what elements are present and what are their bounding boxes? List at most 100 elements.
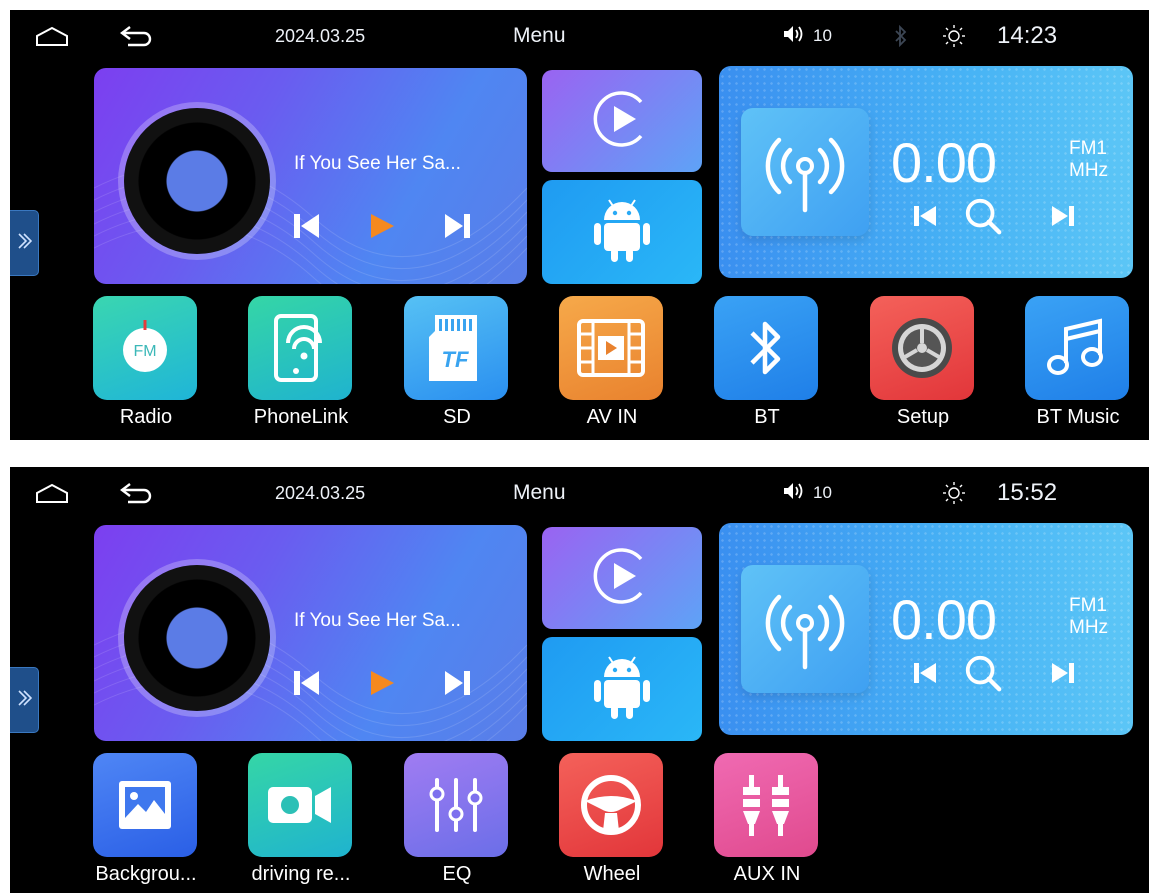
scan-search-button[interactable] xyxy=(963,653,1003,693)
previous-track-button[interactable] xyxy=(288,665,324,701)
app-radio[interactable]: FM Radio xyxy=(91,296,201,429)
app-label: AV IN xyxy=(586,406,638,428)
equalizer-icon xyxy=(404,753,508,857)
phonelink-icon xyxy=(248,296,352,400)
side-drawer-handle[interactable] xyxy=(10,210,39,276)
aux-in-icon xyxy=(714,753,818,857)
frequency-unit: MHz xyxy=(1069,160,1109,181)
clock: 15:52 xyxy=(997,479,1058,506)
radio-widget[interactable]: 0.00 FM1 MHz xyxy=(719,523,1133,735)
frequency-display: 0.00 xyxy=(891,588,997,651)
av-in-icon xyxy=(559,296,663,400)
back-icon[interactable] xyxy=(114,467,158,519)
video-play-icon xyxy=(591,545,653,612)
app-sd[interactable]: TF SD xyxy=(402,296,512,429)
volume-level: 10 xyxy=(813,26,832,45)
app-driving-recorder[interactable]: driving re... xyxy=(246,753,356,886)
speaker-icon xyxy=(783,482,807,505)
app-label: Wheel xyxy=(583,863,641,885)
android-icon xyxy=(590,194,654,271)
seek-forward-button[interactable] xyxy=(1043,653,1083,693)
vinyl-disc-icon xyxy=(124,565,270,711)
settings-icon xyxy=(870,296,974,400)
app-bt[interactable]: BT xyxy=(712,296,822,429)
app-label: Setup xyxy=(896,406,950,428)
video-play-icon xyxy=(591,88,653,155)
app-bt-music[interactable]: BT Music xyxy=(1023,296,1133,429)
volume-indicator[interactable]: 10 xyxy=(783,467,832,519)
app-label: EQ xyxy=(442,863,472,885)
home-icon[interactable] xyxy=(32,10,72,62)
app-label: AUX IN xyxy=(733,863,801,885)
play-button[interactable] xyxy=(364,665,400,701)
music-note-icon xyxy=(1025,296,1129,400)
android-apps-tile[interactable] xyxy=(542,637,702,741)
app-wheel[interactable]: Wheel xyxy=(557,753,667,886)
seek-back-button[interactable] xyxy=(905,653,945,693)
side-drawer-handle[interactable] xyxy=(10,667,39,733)
video-player-tile[interactable] xyxy=(542,527,702,629)
page-title: Menu xyxy=(513,481,566,504)
antenna-icon xyxy=(741,108,869,236)
app-av-in[interactable]: AV IN xyxy=(557,296,667,429)
status-bar: 2024.03.25 Menu 10 14:23 xyxy=(10,10,1149,62)
app-background[interactable]: Backgrou... xyxy=(91,753,201,886)
fm-radio-icon: FM xyxy=(93,296,197,400)
android-apps-tile[interactable] xyxy=(542,180,702,284)
background-image-icon xyxy=(93,753,197,857)
previous-track-button[interactable] xyxy=(288,208,324,244)
song-title: If You See Her Sa... xyxy=(294,153,461,174)
band-name: FM1 xyxy=(1069,595,1107,616)
band-label: FM1 MHz xyxy=(1069,595,1108,639)
driving-recorder-icon xyxy=(248,753,352,857)
app-label: Backgrou... xyxy=(95,863,197,885)
chevron-right-icon xyxy=(16,688,33,713)
bluetooth-icon xyxy=(714,296,818,400)
song-title: If You See Her Sa... xyxy=(294,610,461,631)
back-icon[interactable] xyxy=(114,10,158,62)
page-title: Menu xyxy=(513,24,566,47)
android-icon xyxy=(590,651,654,728)
app-label: PhoneLink xyxy=(253,406,349,428)
brightness-icon[interactable] xyxy=(942,467,966,519)
band-label: FM1 MHz xyxy=(1069,138,1108,182)
clock: 14:23 xyxy=(997,22,1058,49)
vinyl-disc-icon xyxy=(124,108,270,254)
seek-back-button[interactable] xyxy=(905,196,945,236)
antenna-icon xyxy=(741,565,869,693)
radio-widget[interactable]: 0.00 FM1 MHz xyxy=(719,66,1133,278)
band-name: FM1 xyxy=(1069,138,1107,159)
app-label: SD xyxy=(443,406,471,428)
date: 2024.03.25 xyxy=(275,25,366,46)
volume-level: 10 xyxy=(813,483,832,502)
video-player-tile[interactable] xyxy=(542,70,702,172)
app-label: Radio xyxy=(119,406,173,428)
head-unit-screen-1: 2024.03.25 Menu 10 14:23 If You See Her … xyxy=(10,10,1149,440)
scan-search-button[interactable] xyxy=(963,196,1003,236)
music-player-widget[interactable]: If You See Her Sa... xyxy=(94,68,527,284)
play-button[interactable] xyxy=(364,208,400,244)
app-aux-in[interactable]: AUX IN xyxy=(712,753,822,886)
head-unit-screen-2: 2024.03.25 Menu 10 15:52 If You See Her … xyxy=(10,467,1149,893)
fm-badge: FM xyxy=(133,343,156,360)
bluetooth-status-icon xyxy=(894,10,908,62)
app-label: BT Music xyxy=(1036,406,1120,428)
date: 2024.03.25 xyxy=(275,482,366,503)
app-label: BT xyxy=(754,406,780,428)
status-bar: 2024.03.25 Menu 10 15:52 xyxy=(10,467,1149,519)
next-track-button[interactable] xyxy=(440,665,476,701)
music-player-widget[interactable]: If You See Her Sa... xyxy=(94,525,527,741)
sd-card-icon: TF xyxy=(404,296,508,400)
frequency-display: 0.00 xyxy=(891,131,997,194)
app-setup[interactable]: Setup xyxy=(868,296,978,429)
brightness-icon[interactable] xyxy=(942,10,966,62)
app-phonelink[interactable]: PhoneLink xyxy=(246,296,356,429)
next-track-button[interactable] xyxy=(440,208,476,244)
sd-badge: TF xyxy=(442,347,469,372)
seek-forward-button[interactable] xyxy=(1043,196,1083,236)
home-icon[interactable] xyxy=(32,467,72,519)
chevron-right-icon xyxy=(16,231,33,256)
volume-indicator[interactable]: 10 xyxy=(783,10,832,62)
app-eq[interactable]: EQ xyxy=(402,753,512,886)
app-label: driving re... xyxy=(251,863,351,885)
